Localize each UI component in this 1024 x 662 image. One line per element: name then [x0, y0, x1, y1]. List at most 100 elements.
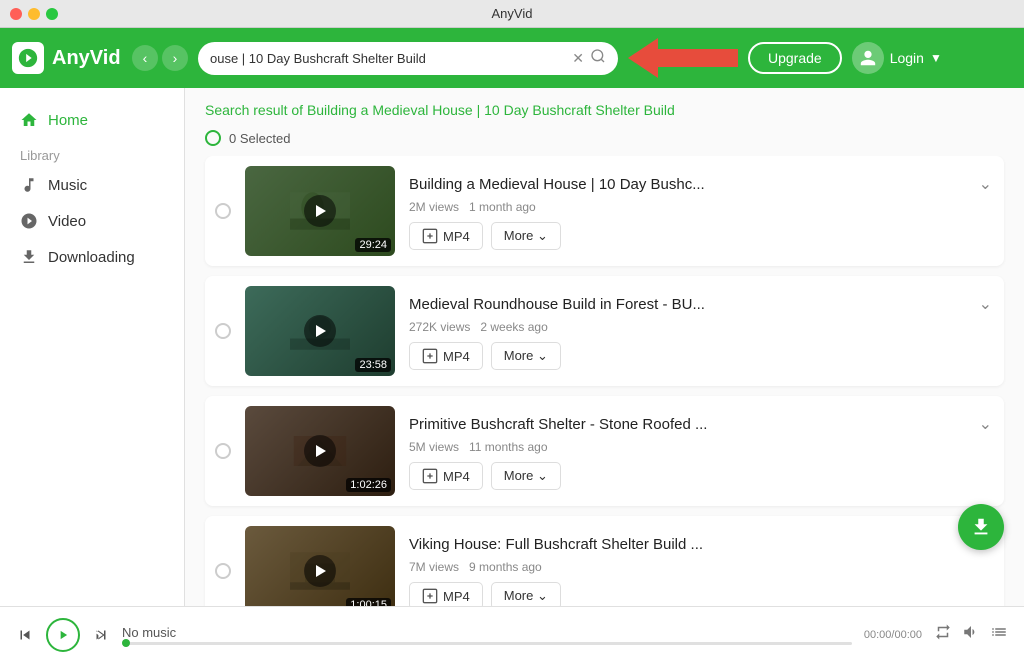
- more-button[interactable]: More ⌄: [491, 342, 561, 370]
- expand-button[interactable]: ⌄: [977, 412, 994, 436]
- play-overlay[interactable]: [304, 435, 336, 467]
- result-title: Medieval Roundhouse Build in Forest - BU…: [409, 296, 705, 313]
- result-info: Building a Medieval House | 10 Day Bushc…: [409, 172, 994, 250]
- dropdown-arrow-icon: ▼: [930, 51, 942, 65]
- result-checkbox[interactable]: [215, 203, 231, 219]
- result-title-row: Viking House: Full Bushcraft Shelter Bui…: [409, 532, 994, 556]
- result-item: 1:00:15 Viking House: Full Bushcraft She…: [205, 516, 1004, 606]
- sidebar-item-home[interactable]: Home: [0, 102, 184, 138]
- sidebar-item-video[interactable]: Video: [0, 203, 184, 239]
- prev-button[interactable]: [16, 626, 34, 644]
- selected-count: 0 Selected: [229, 131, 290, 146]
- close-button[interactable]: [10, 8, 22, 20]
- sidebar-item-music[interactable]: Music: [0, 167, 184, 203]
- result-title-row: Primitive Bushcraft Shelter - Stone Roof…: [409, 412, 994, 436]
- result-actions: MP4 More ⌄: [409, 462, 994, 490]
- play-pause-button[interactable]: [46, 618, 80, 652]
- search-query: Building a Medieval House | 10 Day Bushc…: [307, 102, 675, 118]
- expand-button[interactable]: ⌄: [977, 292, 994, 316]
- result-meta: 272K views 2 weeks ago: [409, 320, 994, 334]
- minimize-button[interactable]: [28, 8, 40, 20]
- duration-badge: 29:24: [355, 238, 391, 252]
- nav-bar: AnyVid ‹ › ouse | 10 Day Bushcraft Shelt…: [0, 28, 1024, 88]
- thumbnail[interactable]: 29:24: [245, 166, 395, 256]
- more-button[interactable]: More ⌄: [491, 462, 561, 490]
- maximize-button[interactable]: [46, 8, 58, 20]
- result-item: 1:02:26 Primitive Bushcraft Shelter - St…: [205, 396, 1004, 506]
- search-value: ouse | 10 Day Bushcraft Shelter Build: [210, 51, 566, 66]
- thumbnail[interactable]: 23:58: [245, 286, 395, 376]
- play-overlay[interactable]: [304, 195, 336, 227]
- result-actions: MP4 More ⌄: [409, 582, 994, 606]
- repeat-button[interactable]: [934, 623, 952, 646]
- result-actions: MP4 More ⌄: [409, 342, 994, 370]
- sidebar-item-downloading[interactable]: Downloading: [0, 239, 184, 275]
- search-result-header: Search result of Building a Medieval Hou…: [185, 88, 1024, 126]
- mp4-button[interactable]: MP4: [409, 582, 483, 606]
- more-button[interactable]: More ⌄: [491, 222, 561, 250]
- forward-button[interactable]: ›: [162, 45, 188, 71]
- thumbnail[interactable]: 1:02:26: [245, 406, 395, 496]
- window-controls: [10, 8, 58, 20]
- upgrade-button[interactable]: Upgrade: [748, 42, 842, 74]
- player-right-buttons: [934, 623, 1008, 646]
- logo-text: AnyVid: [52, 47, 121, 70]
- nav-arrows: ‹ ›: [132, 45, 188, 71]
- next-button[interactable]: [92, 626, 110, 644]
- logo-icon: [12, 42, 44, 74]
- play-overlay[interactable]: [304, 555, 336, 587]
- bottom-player: No music 00:00/00:00: [0, 606, 1024, 662]
- result-checkbox[interactable]: [215, 443, 231, 459]
- duration-badge: 23:58: [355, 358, 391, 372]
- login-area[interactable]: Login ▼: [852, 42, 942, 74]
- track-time: 00:00/00:00: [864, 629, 922, 641]
- arrow-indicator: [628, 38, 738, 78]
- player-track: No music: [122, 625, 852, 645]
- back-button[interactable]: ‹: [132, 45, 158, 71]
- result-item: 29:24 Building a Medieval House | 10 Day…: [205, 156, 1004, 266]
- progress-dot: [122, 639, 130, 647]
- sidebar-home-label: Home: [48, 112, 88, 129]
- search-icon[interactable]: [590, 48, 606, 69]
- more-button[interactable]: More ⌄: [491, 582, 561, 606]
- results-list: 29:24 Building a Medieval House | 10 Day…: [185, 156, 1024, 606]
- select-all-circle[interactable]: [205, 130, 221, 146]
- volume-button[interactable]: [962, 623, 980, 646]
- mp4-button[interactable]: MP4: [409, 462, 483, 490]
- main-layout: Home Library Music Video Downloading Sea…: [0, 88, 1024, 606]
- queue-button[interactable]: [990, 623, 1008, 646]
- mp4-button[interactable]: MP4: [409, 222, 483, 250]
- duration-badge: 1:00:15: [346, 598, 391, 606]
- result-checkbox[interactable]: [215, 563, 231, 579]
- result-meta: 2M views 1 month ago: [409, 200, 994, 214]
- download-fab[interactable]: [958, 504, 1004, 550]
- thumbnail[interactable]: 1:00:15: [245, 526, 395, 606]
- play-overlay[interactable]: [304, 315, 336, 347]
- result-actions: MP4 More ⌄: [409, 222, 994, 250]
- result-info: Viking House: Full Bushcraft Shelter Bui…: [409, 532, 994, 606]
- result-info: Primitive Bushcraft Shelter - Stone Roof…: [409, 412, 994, 490]
- login-label: Login: [890, 50, 924, 66]
- result-item: 23:58 Medieval Roundhouse Build in Fores…: [205, 276, 1004, 386]
- search-bar[interactable]: ouse | 10 Day Bushcraft Shelter Build ✕: [198, 42, 618, 75]
- result-checkbox[interactable]: [215, 323, 231, 339]
- result-meta: 5M views 11 months ago: [409, 440, 994, 454]
- sidebar-downloading-label: Downloading: [48, 249, 135, 266]
- result-title-row: Medieval Roundhouse Build in Forest - BU…: [409, 292, 994, 316]
- expand-button[interactable]: ⌄: [977, 172, 994, 196]
- search-clear-icon[interactable]: ✕: [572, 50, 584, 67]
- progress-bar[interactable]: [122, 642, 852, 645]
- result-info: Medieval Roundhouse Build in Forest - BU…: [409, 292, 994, 370]
- library-label: Library: [0, 138, 184, 167]
- sidebar: Home Library Music Video Downloading: [0, 88, 185, 606]
- window-title: AnyVid: [492, 6, 533, 21]
- result-title: Viking House: Full Bushcraft Shelter Bui…: [409, 536, 703, 553]
- mp4-button[interactable]: MP4: [409, 342, 483, 370]
- search-prefix: Search result of: [205, 102, 307, 118]
- track-name: No music: [122, 625, 852, 640]
- logo: AnyVid: [12, 42, 122, 74]
- sidebar-music-label: Music: [48, 177, 87, 194]
- title-bar: AnyVid: [0, 0, 1024, 28]
- selected-row: 0 Selected: [185, 126, 1024, 156]
- result-title: Primitive Bushcraft Shelter - Stone Roof…: [409, 416, 707, 433]
